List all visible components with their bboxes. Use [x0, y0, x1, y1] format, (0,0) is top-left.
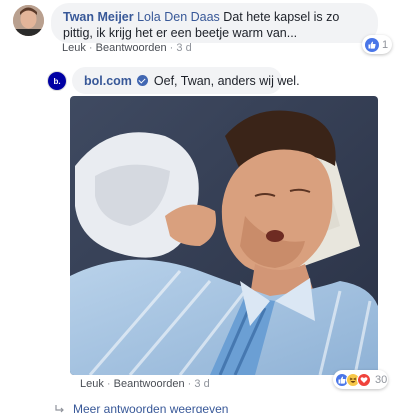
reply-actions: Leuk · Beantwoorden · 3 d — [80, 378, 210, 390]
comment-author[interactable]: Twan Meijer — [63, 10, 134, 24]
timestamp[interactable]: 3 d — [176, 42, 191, 54]
like-link[interactable]: Leuk — [62, 42, 86, 54]
separator: · — [187, 378, 192, 390]
svg-text:b.: b. — [53, 77, 60, 86]
reaction-count: 1 — [382, 38, 389, 51]
verified-badge-icon — [137, 75, 149, 86]
reply-link[interactable]: Beantwoorden — [96, 42, 167, 54]
comment-bubble: Twan Meijer Lola Den Daas Dat hete kapse… — [51, 3, 378, 43]
separator: · — [169, 42, 174, 54]
reaction-summary[interactable]: 1 — [362, 35, 392, 54]
comment-thread: Twan Meijer Lola Den Daas Dat hete kapse… — [0, 0, 417, 413]
reply-gif-image[interactable] — [70, 96, 378, 375]
avatar[interactable]: b. — [47, 71, 67, 91]
like-reaction-icon — [365, 37, 379, 52]
reaction-icons — [335, 372, 371, 387]
reaction-summary[interactable]: 30 — [333, 370, 388, 389]
reply-link[interactable]: Beantwoorden — [114, 378, 185, 390]
more-replies-link[interactable]: Meer antwoorden weergeven — [55, 402, 228, 413]
like-link[interactable]: Leuk — [80, 378, 104, 390]
love-reaction-icon — [357, 372, 371, 387]
separator: · — [106, 378, 111, 390]
timestamp[interactable]: 3 d — [194, 378, 209, 390]
reply-bubble: bol.com Oef, Twan, anders wij wel. — [72, 67, 300, 94]
comment-actions: Leuk · Beantwoorden · 3 d — [62, 42, 192, 54]
mention-link[interactable]: Lola Den Daas — [137, 10, 220, 24]
reaction-count: 30 — [375, 373, 388, 386]
reply-author[interactable]: bol.com — [84, 74, 132, 88]
reply-text: Oef, Twan, anders wij wel. — [153, 74, 300, 88]
more-replies-label: Meer antwoorden weergeven — [73, 402, 229, 413]
separator: · — [88, 42, 93, 54]
reply-arrow-icon — [55, 405, 64, 413]
avatar[interactable] — [13, 5, 44, 36]
